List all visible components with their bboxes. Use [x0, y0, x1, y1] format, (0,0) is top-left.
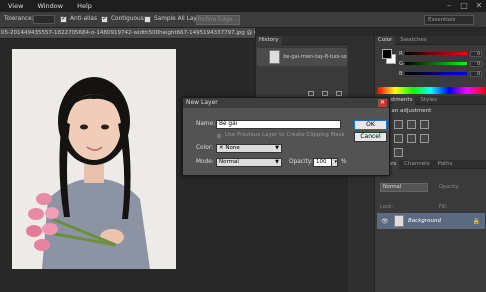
color-select-value: None — [225, 145, 240, 151]
antialias-checkbox[interactable] — [60, 14, 67, 23]
opacity-value: 100 — [316, 159, 327, 165]
curves-icon[interactable] — [407, 120, 416, 129]
contiguous-label: Contiguous — [111, 16, 144, 22]
photo-illustration — [12, 49, 176, 269]
lock-label: Lock: — [380, 204, 394, 210]
history-panel: History be-gai-mien-tay-8-tuoi-so... — [255, 36, 348, 98]
red-slider-bar[interactable] — [405, 52, 467, 55]
tab-channels[interactable]: Channels — [401, 160, 432, 169]
color-panel-tabs: Color Swatches — [375, 36, 486, 45]
color-spectrum-bar[interactable] — [377, 87, 485, 94]
menu-bar: View Window Help – □ ✕ — [0, 0, 486, 12]
cancel-button[interactable]: Cancel — [354, 132, 387, 142]
sample-all-layers-checkbox[interactable] — [144, 16, 151, 23]
lock-icon: 🔒 — [472, 217, 480, 225]
opacity-stepper[interactable]: ▾ — [331, 158, 338, 167]
red-value[interactable]: 0 — [470, 50, 482, 57]
chevron-down-icon: ▼ — [275, 159, 279, 165]
color-label: Color: — [196, 145, 213, 151]
maximize-icon[interactable]: □ — [459, 1, 469, 10]
clipping-mask-checkbox[interactable] — [216, 133, 222, 139]
document-tab[interactable]: 05-201449435557-1822705684-o-1480919742-… — [0, 28, 255, 39]
percent-sign: % — [341, 159, 347, 165]
green-value[interactable]: 0 — [470, 60, 482, 67]
tolerance-label: Tolerance: — [4, 16, 34, 22]
exposure-icon[interactable] — [420, 120, 429, 129]
red-slider[interactable]: R 0 — [399, 50, 485, 57]
posterize-icon[interactable] — [394, 148, 403, 157]
layer-thumbnail — [394, 215, 404, 227]
minimize-icon[interactable]: – — [444, 1, 454, 10]
mode-select-value: Normal — [219, 159, 239, 165]
contiguous-checkbox[interactable] — [101, 14, 108, 23]
layers-panel-tabs: Layers Channels Paths — [375, 160, 486, 169]
history-toolbar — [256, 91, 348, 96]
green-slider-bar[interactable] — [405, 62, 467, 65]
mode-select[interactable]: Normal ▼ — [216, 158, 282, 167]
blue-slider-bar[interactable] — [405, 72, 467, 75]
color-balance-icon[interactable] — [407, 134, 416, 143]
adjustments-panel-tabs: Adjustments Styles — [375, 96, 486, 105]
color-panel: Color Swatches R 0 G 0 B 0 — [375, 36, 486, 94]
right-panels: Color Swatches R 0 G 0 B 0 Adjustments S… — [374, 36, 486, 292]
tolerance-input[interactable] — [33, 15, 55, 24]
fill-label: Fill: — [439, 204, 448, 210]
layer-name: Background — [408, 218, 441, 224]
mode-label: Mode: — [196, 159, 214, 165]
hue-saturation-icon[interactable] — [394, 134, 403, 143]
history-tabbar: History — [256, 36, 348, 45]
refine-edge-button[interactable]: Refine Edge... — [196, 15, 240, 25]
close-icon[interactable]: ✕ — [378, 99, 387, 107]
levels-icon[interactable] — [394, 120, 403, 129]
menu-window[interactable]: Window — [37, 2, 63, 10]
photo-girl-with-flowers — [12, 49, 176, 269]
tab-paths[interactable]: Paths — [435, 160, 456, 169]
close-icon[interactable]: ✕ — [474, 1, 484, 10]
antialias-label: Anti-alias — [70, 16, 97, 22]
tab-styles[interactable]: Styles — [417, 96, 440, 105]
blend-mode-select[interactable]: Normal — [380, 183, 428, 192]
menu-view[interactable]: View — [8, 2, 23, 10]
layer-row-background[interactable]: 👁 Background 🔒 — [377, 213, 485, 229]
green-slider[interactable]: G 0 — [399, 60, 485, 67]
black-white-icon[interactable] — [420, 134, 429, 143]
new-document-icon[interactable] — [308, 91, 314, 96]
opacity-label: Opacity: — [289, 159, 313, 165]
foreground-color-swatch[interactable] — [382, 49, 392, 59]
adjustments-panel: Adjustments Styles Add an adjustment — [375, 96, 486, 160]
chevron-down-icon: ▼ — [275, 145, 279, 151]
dialog-title: New Layer — [183, 98, 389, 108]
window-controls: – □ ✕ — [444, 1, 484, 10]
trash-icon[interactable] — [336, 91, 342, 96]
layers-panel: Layers Channels Paths Normal Opacity: Lo… — [375, 160, 486, 292]
blue-slider[interactable]: B 0 — [399, 70, 485, 77]
visibility-eye-icon[interactable]: 👁 — [381, 218, 391, 225]
color-select[interactable]: ✕ None ▼ — [216, 144, 282, 153]
clipping-mask-label: Use Previous Layer to Create Clipping Ma… — [225, 132, 345, 138]
layer-opacity-label: Opacity: — [439, 184, 460, 190]
chevron-down-icon: ▾ — [334, 159, 337, 165]
opacity-input[interactable]: 100 — [313, 158, 333, 167]
blue-value[interactable]: 0 — [470, 70, 482, 77]
history-thumbnail — [269, 50, 281, 64]
tab-color[interactable]: Color — [375, 36, 396, 45]
tab-history[interactable]: History — [256, 36, 282, 45]
options-bar: Tolerance: Anti-alias Contiguous Sample … — [0, 12, 486, 28]
layer-name-input[interactable]: Bé gái — [216, 120, 341, 129]
history-item[interactable]: be-gai-mien-tay-8-tuoi-so... — [257, 48, 347, 66]
new-snapshot-icon[interactable] — [322, 91, 328, 96]
workspace-select[interactable]: Essentials — [424, 15, 474, 25]
history-item-name: be-gai-mien-tay-8-tuoi-so... — [283, 54, 347, 60]
tab-swatches[interactable]: Swatches — [397, 36, 429, 45]
new-layer-dialog: New Layer ✕ Name: Bé gái Use Previous La… — [182, 97, 390, 176]
menu-help[interactable]: Help — [77, 2, 92, 10]
name-label: Name: — [196, 121, 216, 127]
ok-button[interactable]: OK — [354, 120, 387, 130]
